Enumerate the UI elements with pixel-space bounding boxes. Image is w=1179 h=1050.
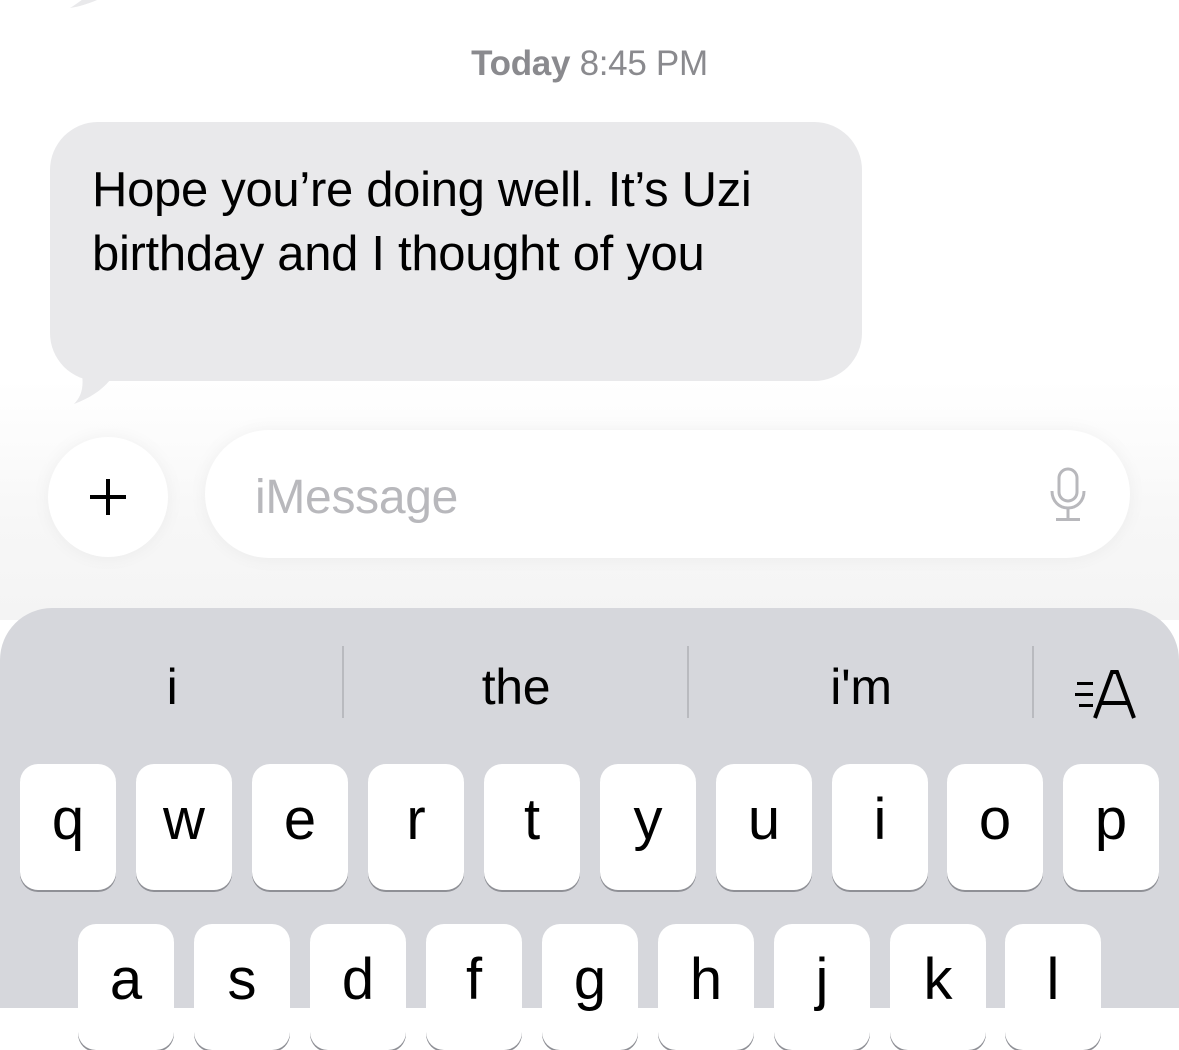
bubble-tail bbox=[74, 350, 110, 404]
key-d[interactable]: d bbox=[310, 924, 406, 1050]
key-t[interactable]: t bbox=[484, 764, 580, 890]
key-p[interactable]: p bbox=[1063, 764, 1159, 890]
keyboard: i the i'm q w e r t y u i o p a s d f g … bbox=[0, 608, 1179, 1050]
previous-bubble-tail bbox=[70, 0, 98, 8]
key-f[interactable]: f bbox=[426, 924, 522, 1050]
suggestion-i[interactable]: i bbox=[0, 658, 344, 716]
message-text: Hope you’re doing well. It’s Uzi birthda… bbox=[92, 163, 752, 281]
key-g[interactable]: g bbox=[542, 924, 638, 1050]
suggestion-divider bbox=[1032, 646, 1034, 718]
timestamp-time: 8:45 PM bbox=[579, 44, 709, 83]
key-l[interactable]: l bbox=[1005, 924, 1101, 1050]
key-y[interactable]: y bbox=[600, 764, 696, 890]
key-i[interactable]: i bbox=[832, 764, 928, 890]
message-timestamp: Today 8:45 PM bbox=[0, 44, 1179, 84]
message-input[interactable]: iMessage bbox=[205, 430, 1130, 558]
key-e[interactable]: e bbox=[252, 764, 348, 890]
microphone-icon[interactable] bbox=[1048, 467, 1088, 523]
key-q[interactable]: q bbox=[20, 764, 116, 890]
add-attachment-button[interactable] bbox=[48, 437, 168, 557]
plus-icon bbox=[90, 479, 126, 515]
key-j[interactable]: j bbox=[774, 924, 870, 1050]
key-u[interactable]: u bbox=[716, 764, 812, 890]
suggestion-im[interactable]: i'm bbox=[689, 658, 1033, 716]
key-w[interactable]: w bbox=[136, 764, 232, 890]
message-input-placeholder: iMessage bbox=[255, 471, 459, 524]
text-format-icon[interactable] bbox=[1073, 668, 1143, 722]
key-h[interactable]: h bbox=[658, 924, 754, 1050]
key-r[interactable]: r bbox=[368, 764, 464, 890]
key-a[interactable]: a bbox=[78, 924, 174, 1050]
suggestion-the[interactable]: the bbox=[344, 658, 688, 716]
key-k[interactable]: k bbox=[890, 924, 986, 1050]
key-s[interactable]: s bbox=[194, 924, 290, 1050]
key-o[interactable]: o bbox=[947, 764, 1043, 890]
timestamp-day: Today bbox=[471, 44, 571, 83]
